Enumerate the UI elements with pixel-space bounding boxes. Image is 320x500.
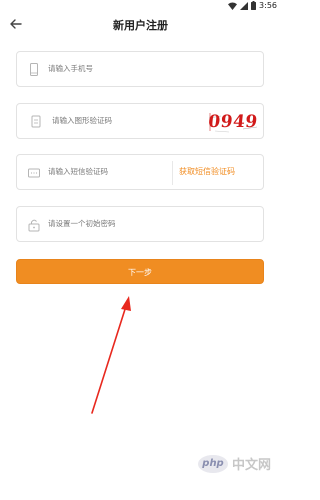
password-field[interactable]: 请设置一个初始密码	[16, 206, 264, 242]
page-title: 新用户注册	[113, 19, 168, 32]
header: 新用户注册	[0, 13, 281, 39]
signal-icon	[240, 1, 249, 10]
get-sms-code-button[interactable]: 获取短信验证码	[179, 166, 235, 177]
captcha-image[interactable]: 0949	[207, 109, 259, 135]
watermark-logo: php	[198, 454, 228, 473]
sms-code-field[interactable]: 请输入短信验证码 获取短信验证码	[16, 154, 264, 190]
phone-field[interactable]: 请输入手机号	[16, 51, 264, 87]
next-button[interactable]: 下一步	[16, 259, 264, 284]
battery-icon	[251, 1, 257, 10]
captcha-text: 0949	[207, 112, 259, 132]
image-code-field[interactable]: 请输入图形验证码 0949	[16, 103, 264, 139]
sms-code-placeholder: 请输入短信验证码	[48, 167, 108, 176]
image-code-icon	[31, 115, 41, 128]
phone-placeholder: 请输入手机号	[48, 64, 93, 73]
status-time: 3:56	[259, 1, 277, 10]
lock-icon	[28, 219, 40, 232]
watermark: php 中文网	[198, 454, 271, 473]
sms-divider	[172, 161, 173, 185]
image-code-placeholder: 请输入图形验证码	[52, 116, 112, 125]
phone-icon	[30, 63, 38, 76]
status-icons: 3:56	[228, 1, 277, 10]
watermark-text: 中文网	[232, 458, 272, 473]
status-bar: 3:56	[0, 0, 281, 13]
password-placeholder: 请设置一个初始密码	[48, 219, 116, 228]
sms-icon	[28, 168, 40, 178]
wifi-icon	[228, 2, 238, 10]
